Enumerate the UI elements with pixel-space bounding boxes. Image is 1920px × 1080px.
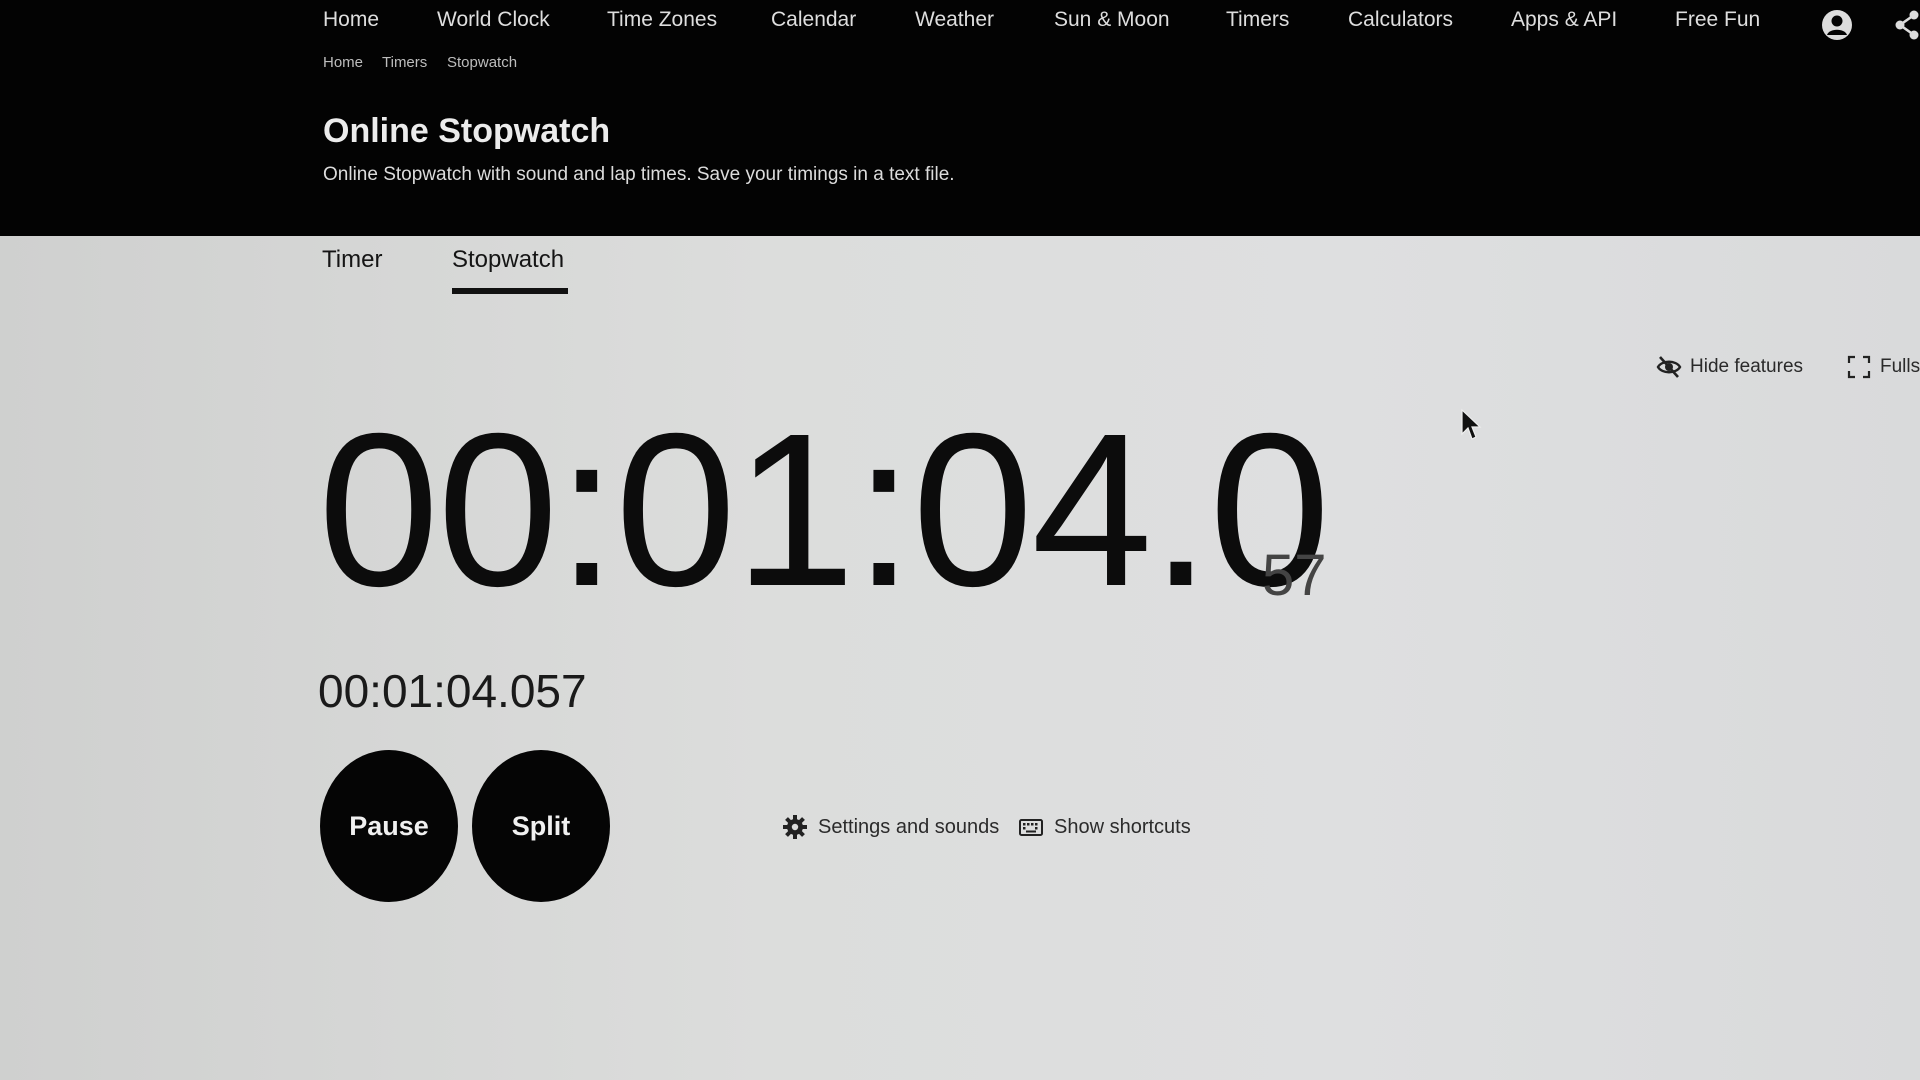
nav-free-fun[interactable]: Free Fun bbox=[1675, 8, 1760, 32]
share-icon[interactable] bbox=[1892, 8, 1920, 42]
nav-weather[interactable]: Weather bbox=[915, 8, 994, 32]
page-title: Online Stopwatch bbox=[323, 112, 611, 150]
breadcrumb-stopwatch[interactable]: Stopwatch bbox=[447, 54, 517, 71]
keyboard-icon bbox=[1019, 819, 1043, 836]
nav-world-clock[interactable]: World Clock bbox=[437, 8, 550, 32]
nav-timers[interactable]: Timers bbox=[1226, 8, 1289, 32]
nav-calculators[interactable]: Calculators bbox=[1348, 8, 1453, 32]
settings-sounds-label: Settings and sounds bbox=[818, 815, 1000, 838]
fullscreen-label: Fulls bbox=[1880, 356, 1920, 377]
site-header: Home World Clock Time Zones Calendar Wea… bbox=[0, 0, 1920, 236]
user-circle-icon[interactable] bbox=[1820, 8, 1854, 42]
hide-features-button[interactable]: Hide features bbox=[1656, 354, 1803, 380]
nav-calendar[interactable]: Calendar bbox=[771, 8, 856, 32]
split-button[interactable]: Split bbox=[472, 750, 610, 902]
gear-icon bbox=[783, 815, 807, 839]
tab-timer[interactable]: Timer bbox=[322, 246, 382, 274]
breadcrumb-home[interactable]: Home bbox=[323, 54, 363, 71]
settings-sounds-button[interactable]: Settings and sounds bbox=[782, 814, 999, 840]
show-shortcuts-label: Show shortcuts bbox=[1054, 815, 1191, 838]
page-subtitle: Online Stopwatch with sound and lap time… bbox=[323, 164, 955, 185]
hide-features-label: Hide features bbox=[1690, 356, 1804, 377]
show-shortcuts-button[interactable]: Show shortcuts bbox=[1018, 814, 1191, 840]
stopwatch-ms-display: 57 bbox=[1262, 543, 1327, 608]
breadcrumb-timers[interactable]: Timers bbox=[382, 54, 427, 71]
stopwatch-main-display: 00:01:04.0 bbox=[318, 389, 1330, 632]
stopwatch-content: Timer Stopwatch Hide features Fulls 00:0… bbox=[0, 236, 1920, 1080]
fullscreen-button[interactable]: Fulls bbox=[1846, 354, 1920, 380]
mouse-cursor-icon bbox=[1461, 408, 1482, 440]
eye-slash-icon bbox=[1656, 356, 1682, 378]
stopwatch-full-time: 00:01:04.057 bbox=[318, 665, 587, 717]
stopwatch-page: Home World Clock Time Zones Calendar Wea… bbox=[0, 0, 1920, 1080]
pause-button[interactable]: Pause bbox=[320, 750, 458, 902]
tab-stopwatch[interactable]: Stopwatch bbox=[452, 246, 564, 274]
active-tab-indicator bbox=[452, 288, 568, 294]
expand-icon bbox=[1847, 355, 1871, 379]
nav-home[interactable]: Home bbox=[323, 8, 379, 32]
nav-sun-moon[interactable]: Sun & Moon bbox=[1054, 8, 1170, 32]
nav-time-zones[interactable]: Time Zones bbox=[607, 8, 717, 32]
top-navigation: Home World Clock Time Zones Calendar Wea… bbox=[0, 0, 1920, 46]
nav-apps-api[interactable]: Apps & API bbox=[1511, 8, 1617, 32]
